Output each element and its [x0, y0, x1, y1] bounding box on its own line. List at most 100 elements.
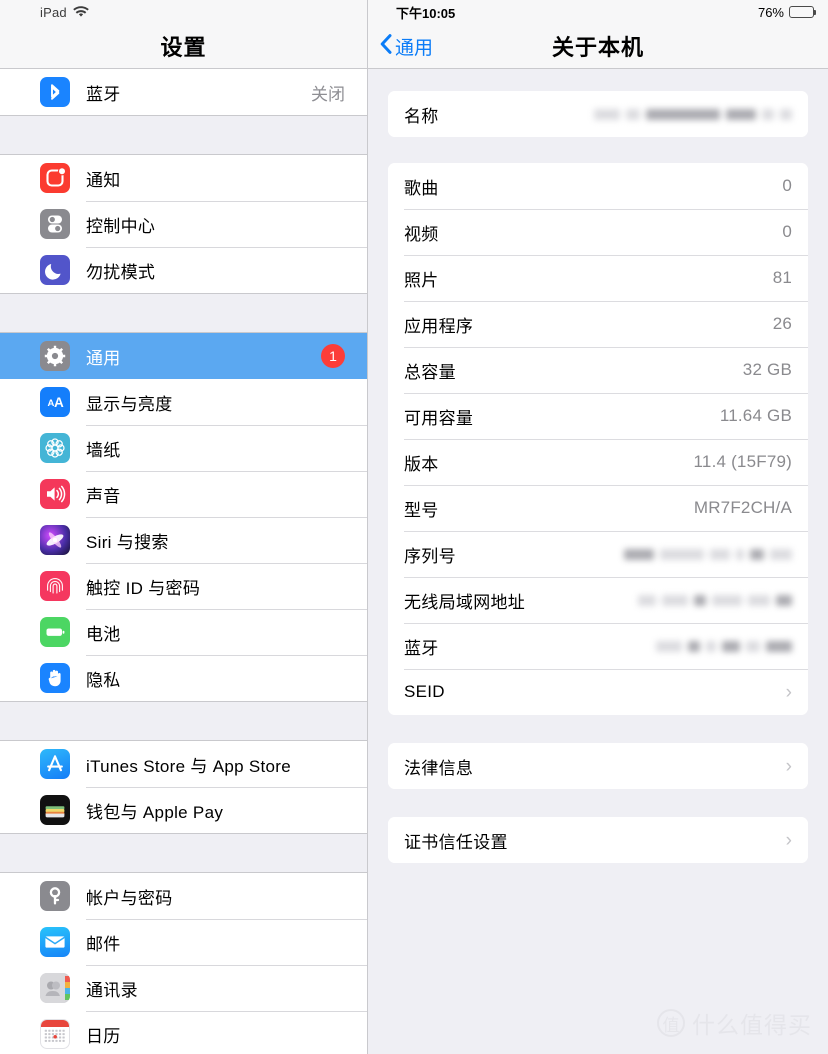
svg-text:A: A [54, 395, 64, 410]
sidebar-item-general[interactable]: 通用 1 [0, 333, 367, 379]
sidebar-item-bluetooth[interactable]: 蓝牙 关闭 [0, 69, 367, 115]
control-center-icon [40, 209, 70, 239]
sidebar-group-separator [0, 115, 367, 155]
about-row-label: 序列号 [404, 546, 456, 566]
about-row-capacity[interactable]: 总容量 32 GB [388, 347, 808, 393]
redacted-value [624, 548, 792, 560]
sidebar-group-separator [0, 701, 367, 741]
about-section: 证书信任设置 › [388, 817, 808, 863]
about-row-available[interactable]: 可用容量 11.64 GB [388, 393, 808, 439]
detail-navbar: 通用 关于本机 [368, 24, 828, 69]
about-row-label: 可用容量 [404, 408, 474, 428]
sidebar-item-label: 声音 [86, 486, 121, 506]
calendar-icon [40, 1019, 70, 1049]
about-row-label: 名称 [404, 106, 439, 126]
about-row-version[interactable]: 版本 11.4 (15F79) [388, 439, 808, 485]
detail-status-bar: 下午10:05 76% [368, 0, 828, 24]
about-row-value: 26 [772, 314, 792, 333]
sidebar-group-separator [0, 833, 367, 873]
sidebar-item-label: 邮件 [86, 934, 121, 954]
about-row-certificate-trust[interactable]: 证书信任设置 › [388, 817, 808, 863]
settings-sidebar: iPad 设置 蓝牙 关闭通知控制中心勿扰模式通用 1 A A 显示与亮度墙纸声音 Siri… [0, 0, 368, 1054]
about-row-label: 蓝牙 [404, 638, 439, 658]
sidebar-item-control-center[interactable]: 控制中心 [0, 201, 367, 247]
sidebar-item-notifications[interactable]: 通知 [0, 155, 367, 201]
touch-id-icon [40, 571, 70, 601]
clock-label: 下午10:05 [396, 5, 456, 21]
page-title: 设置 [160, 35, 207, 60]
sidebar-item-label: 显示与亮度 [86, 394, 173, 414]
battery-icon [40, 617, 70, 647]
notifications-icon [40, 163, 70, 193]
about-row-label: 型号 [404, 500, 439, 520]
display-brightness-icon: AA [40, 387, 70, 417]
sound-icon [40, 479, 70, 509]
notification-badge: 1 [321, 344, 345, 368]
about-row-songs[interactable]: 歌曲 0 [388, 163, 808, 209]
sidebar-item-do-not-disturb[interactable]: 勿扰模式 [0, 247, 367, 293]
about-row-label: 总容量 [404, 362, 456, 382]
sidebar-item-itunes-store[interactable]: iTunes Store 与 App Store [0, 741, 367, 787]
ipad-settings-screen: iPad 设置 蓝牙 关闭 通知 控制中心 勿扰模式 通用 1 A A 显示与亮度 墙纸 声音 Siri… [0, 0, 828, 1054]
about-row-name[interactable]: 名称 [388, 91, 808, 137]
sidebar-item-wallet[interactable]: 钱包与 Apple Pay [0, 787, 367, 833]
privacy-hand-icon [40, 663, 70, 693]
sidebar-item-privacy[interactable]: 隐私 [0, 655, 367, 701]
sidebar-item-value: 关闭 [311, 84, 345, 104]
wallpaper-icon [40, 433, 70, 463]
about-row-serial-number[interactable]: 序列号 [388, 531, 808, 577]
sidebar-item-contacts[interactable]: 通讯录 [0, 965, 367, 1011]
about-row-value: 11.64 GB [719, 406, 792, 425]
watermark-text: 什么值得买 [692, 1012, 812, 1038]
about-row-label: 无线局域网地址 [404, 592, 526, 612]
about-row-model[interactable]: 型号 MR7F2CH/A [388, 485, 808, 531]
do-not-disturb-icon [40, 255, 70, 285]
watermark-badge: 值 [657, 1009, 685, 1037]
about-section: 名称 [388, 91, 808, 137]
sidebar-item-label: 日历 [86, 1026, 121, 1046]
sidebar-item-display[interactable]: A A 显示与亮度 [0, 379, 367, 425]
sidebar-item-wallpaper[interactable]: 墙纸 [0, 425, 367, 471]
sidebar-item-label: 钱包与 Apple Pay [86, 802, 224, 822]
sidebar-item-label: 控制中心 [86, 216, 156, 236]
about-row-wifi-address[interactable]: 无线局域网地址 [388, 577, 808, 623]
about-row-photos[interactable]: 照片 81 [388, 255, 808, 301]
sidebar-item-label: 蓝牙 [86, 84, 121, 104]
sidebar-item-label: 帐户与密码 [86, 888, 173, 908]
sidebar-list[interactable]: 蓝牙 关闭通知控制中心勿扰模式通用 1 A A 显示与亮度墙纸声音 Siri 与搜索触控 I… [0, 69, 367, 1054]
sidebar-item-label: Siri 与搜索 [86, 532, 169, 552]
about-row-videos[interactable]: 视频 0 [388, 209, 808, 255]
sidebar-item-calendar[interactable]: 日历 [0, 1011, 367, 1054]
sidebar-item-siri[interactable]: Siri 与搜索 [0, 517, 367, 563]
about-row-label: 应用程序 [404, 316, 474, 336]
about-sections: 名称 歌曲 0 视频 0 照片 81 应用程序 26 总容量 32 GB 可用容量 11.64 GB 版本… [368, 69, 828, 863]
sidebar-item-sounds[interactable]: 声音 [0, 471, 367, 517]
about-row-label: SEID [404, 682, 445, 701]
about-section: 法律信息 › [388, 743, 808, 789]
redacted-value [656, 640, 792, 652]
sidebar-item-battery[interactable]: 电池 [0, 609, 367, 655]
sidebar-item-touch-id[interactable]: 触控 ID 与密码 [0, 563, 367, 609]
about-row-bluetooth-address[interactable]: 蓝牙 [388, 623, 808, 669]
back-button[interactable]: 通用 [380, 24, 433, 69]
sidebar-item-label: 电池 [86, 624, 121, 644]
redacted-value [638, 594, 792, 606]
about-row-applications[interactable]: 应用程序 26 [388, 301, 808, 347]
about-row-value: 0 [782, 176, 792, 195]
chevron-right-icon: › [785, 755, 792, 777]
sidebar-item-label: 通用 [86, 348, 121, 368]
about-row-seid[interactable]: SEID › [388, 669, 808, 715]
about-row-value: 81 [772, 268, 792, 287]
about-row-label: 视频 [404, 224, 439, 244]
back-button-label: 通用 [395, 38, 434, 59]
sidebar-status-bar: iPad [0, 0, 367, 24]
sidebar-item-mail[interactable]: 邮件 [0, 919, 367, 965]
sidebar-item-label: 通知 [86, 170, 121, 190]
battery-percent-label: 76% [757, 4, 784, 20]
about-row-legal[interactable]: 法律信息 › [388, 743, 808, 789]
key-icon [40, 881, 70, 911]
sidebar-item-accounts[interactable]: 帐户与密码 [0, 873, 367, 919]
wifi-icon [73, 6, 89, 18]
